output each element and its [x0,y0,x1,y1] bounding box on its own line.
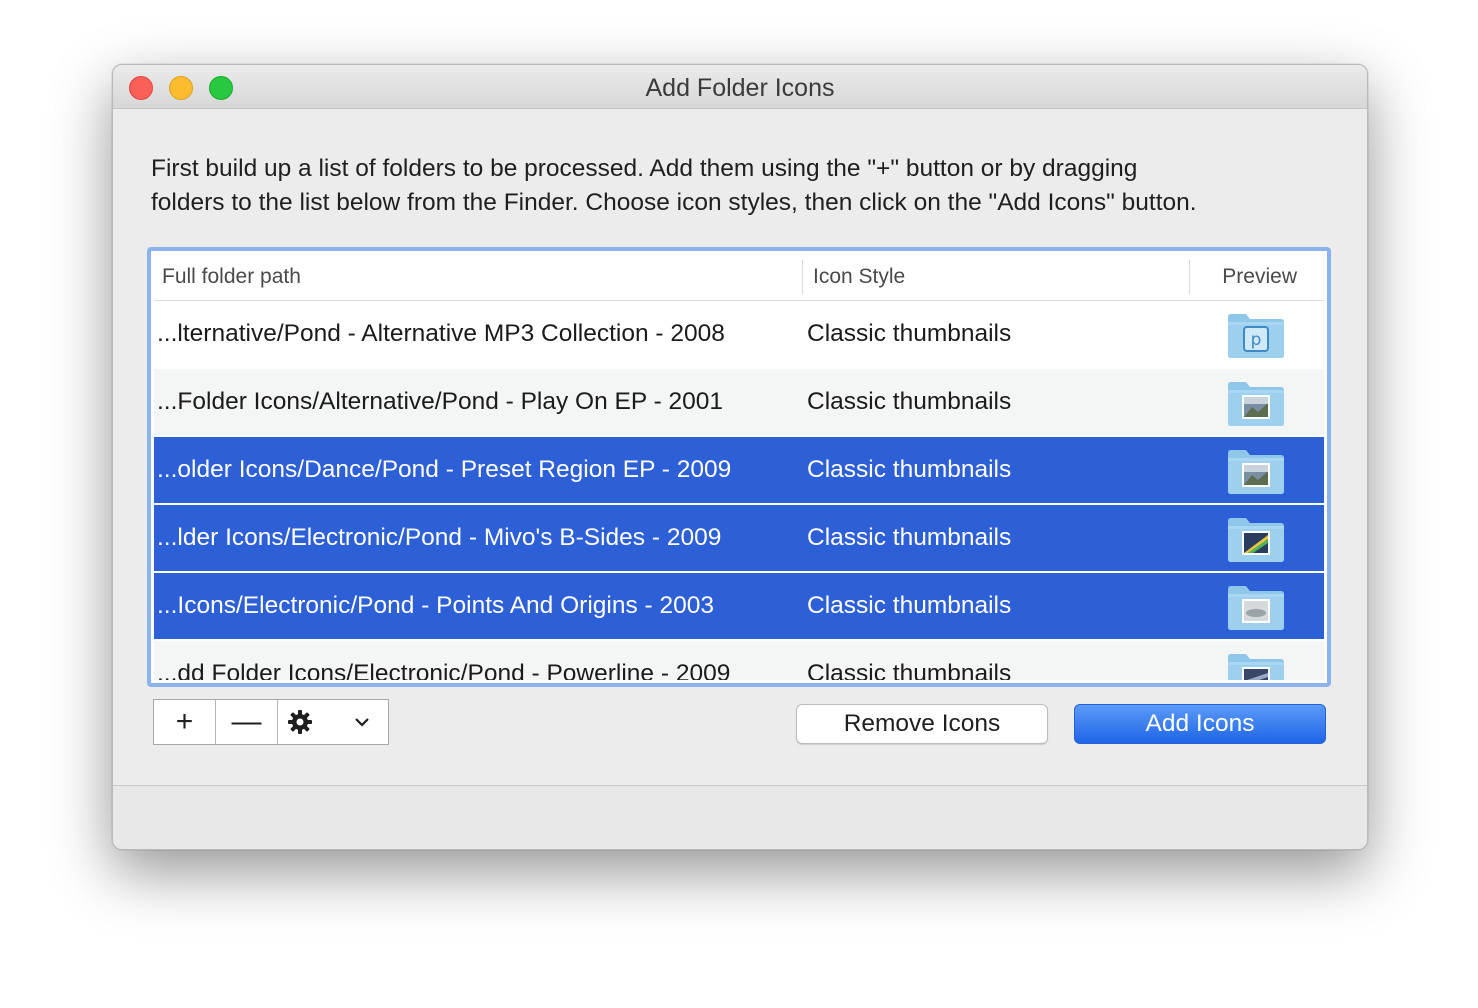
folder-path-cell: ...dd Folder Icons/Electronic/Pond - Pow… [157,660,731,680]
folder-path-cell: ...Folder Icons/Alternative/Pond - Play … [157,388,724,415]
icon-style-cell[interactable]: Classic thumbnails [807,437,1207,503]
table-row[interactable]: ...dd Folder Icons/Electronic/Pond - Pow… [154,641,1324,680]
add-icons-button[interactable]: Add Icons [1074,704,1326,744]
table-body: ...lternative/Pond - Alternative MP3 Col… [154,301,1324,680]
minus-icon: — [231,705,262,738]
list-controls: + — [153,699,389,745]
action-menu-button[interactable] [278,700,388,744]
column-header-style[interactable]: Icon Style [813,254,905,300]
table-row[interactable]: ...lternative/Pond - Alternative MP3 Col… [154,301,1324,369]
window-footer [113,786,1367,849]
folder-path-cell: ...lder Icons/Electronic/Pond - Mivo's B… [157,524,722,551]
dark-folder-icon [1226,651,1286,680]
folder-path-cell: ...Icons/Electronic/Pond - Points And Or… [157,592,714,619]
add-folder-button[interactable]: + [154,700,216,744]
landscape-folder-icon [1226,379,1286,427]
rainbow-folder-icon [1226,515,1286,563]
remove-folder-button[interactable]: — [216,700,278,744]
window-title: Add Folder Icons [645,74,835,102]
folder-path-cell: ...lternative/Pond - Alternative MP3 Col… [157,320,725,347]
pond-logo-folder-icon: p [1226,311,1286,359]
instructions-text: First build up a list of folders to be p… [151,152,1341,220]
landscape-folder-icon [1226,447,1286,495]
column-divider [802,260,803,294]
plus-icon: + [175,705,194,738]
svg-text:p: p [1251,330,1262,350]
table-row[interactable]: ...lder Icons/Electronic/Pond - Mivo's B… [154,505,1324,573]
instructions-line-1: First build up a list of folders to be p… [151,155,1138,182]
add-folder-icons-window: Add Folder Icons First build up a list o… [112,64,1368,850]
icon-style-cell[interactable]: Classic thumbnails [807,301,1207,367]
column-header-path[interactable]: Full folder path [162,254,301,300]
remove-icons-button[interactable]: Remove Icons [796,704,1048,744]
folder-list-table[interactable]: Full folder path Icon Style Preview ...l… [147,247,1331,687]
icon-style-cell[interactable]: Classic thumbnails [807,369,1207,435]
table-row[interactable]: ...Icons/Electronic/Pond - Points And Or… [154,573,1324,641]
titlebar: Add Folder Icons [113,65,1367,109]
instructions-line-2: folders to the list below from the Finde… [151,189,1197,216]
column-header-preview[interactable]: Preview [1222,254,1297,300]
gear-icon [288,710,312,734]
column-divider [1189,260,1190,294]
chevron-down-icon [355,718,369,727]
table-row[interactable]: ...Folder Icons/Alternative/Pond - Play … [154,369,1324,437]
icon-style-cell[interactable]: Classic thumbnails [807,505,1207,571]
table-row[interactable]: ...older Icons/Dance/Pond - Preset Regio… [154,437,1324,505]
icon-style-cell[interactable]: Classic thumbnails [807,573,1207,639]
table-header: Full folder path Icon Style Preview [154,254,1324,301]
folder-path-cell: ...older Icons/Dance/Pond - Preset Regio… [157,456,732,483]
icon-style-cell[interactable]: Classic thumbnails [807,641,1207,680]
folder-list-scroll-area[interactable]: Full folder path Icon Style Preview ...l… [154,254,1324,680]
cloud-folder-icon [1226,583,1286,631]
